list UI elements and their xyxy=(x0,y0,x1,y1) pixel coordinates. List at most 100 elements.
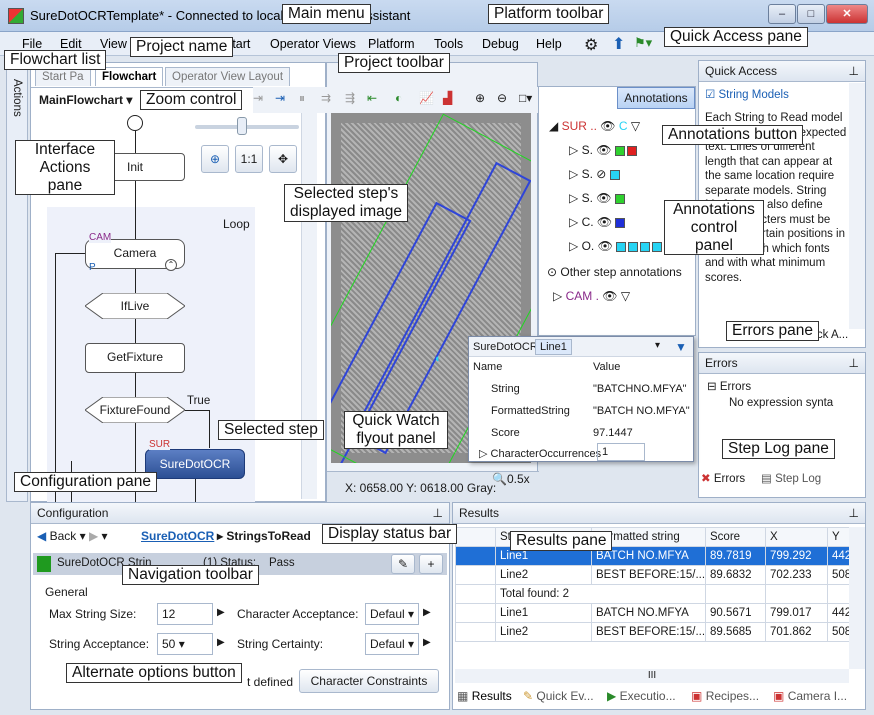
zoom-1-1-button[interactable]: 1:1 xyxy=(235,145,263,173)
quick-watch-tab-step[interactable]: SureDotOCR xyxy=(473,341,538,353)
toggle-icon[interactable]: ◐ xyxy=(395,91,402,105)
step-getfixture[interactable]: GetFixture xyxy=(85,343,185,373)
table-row[interactable]: Line2BEST BEFORE:15/...89.5685701.862508… xyxy=(455,622,849,642)
annotation-row-1[interactable]: ▷ S. 👁 xyxy=(569,143,639,157)
tab-recipes[interactable]: ▣ Recipes... xyxy=(691,689,759,703)
filter-icon[interactable]: ▼ xyxy=(675,340,687,354)
maximize-button[interactable]: □ xyxy=(797,4,825,24)
menu-file[interactable]: File xyxy=(22,37,42,51)
add-button[interactable]: + xyxy=(419,554,443,574)
fit-center-button[interactable]: ⊕ xyxy=(201,145,229,173)
zoom-out-icon[interactable]: ⊖ xyxy=(497,91,507,105)
errors-tree-root[interactable]: ⊟ Errors xyxy=(707,379,751,393)
green-chip[interactable] xyxy=(614,193,625,204)
forward-arrow-icon[interactable]: ▶ xyxy=(89,529,98,543)
alternate-options-button[interactable]: ▶ xyxy=(217,637,225,648)
pin-icon[interactable]: ⊥ xyxy=(849,506,859,520)
menu-tools[interactable]: Tools xyxy=(434,37,463,51)
dropdown-icon[interactable]: ▾ xyxy=(655,340,660,351)
zoom-in-icon[interactable]: ⊕ xyxy=(475,91,485,105)
annotation-row-cam[interactable]: ▷ CAM . 👁 ▽ xyxy=(553,289,630,303)
menu-debug[interactable]: Debug xyxy=(482,37,519,51)
zoom-slider-thumb[interactable] xyxy=(237,117,247,135)
fit-all-button[interactable]: ✥ xyxy=(269,145,297,173)
col-x[interactable]: X xyxy=(765,527,828,547)
quick-watch-tab-line[interactable]: Line1 xyxy=(535,339,572,355)
annotation-row-5[interactable]: ▷ O. 👁 xyxy=(569,239,676,253)
tab-operator-view-layout[interactable]: Operator View Layout xyxy=(165,67,291,86)
table-row[interactable]: Total found: 2 xyxy=(455,584,849,604)
zoom-slider-track[interactable] xyxy=(195,125,299,129)
string-models-link[interactable]: ☑ String Models xyxy=(705,87,789,101)
menu-platform[interactable]: Platform xyxy=(368,37,415,51)
green-chip[interactable] xyxy=(614,145,625,156)
tab-quick-eval[interactable]: ✎ Quick Ev... xyxy=(523,689,594,703)
red-chip[interactable] xyxy=(626,145,637,156)
pin-icon[interactable]: ⊥ xyxy=(849,64,859,78)
annotation-row-sur[interactable]: ◢ SUR .. 👁 C ▽ xyxy=(549,119,640,133)
actions-tab[interactable]: Actions xyxy=(11,79,23,117)
menu-view[interactable]: View xyxy=(100,37,127,51)
menu-operator-views[interactable]: Operator Views xyxy=(270,37,356,51)
char-acceptance-combo[interactable]: Defaul ▾ xyxy=(365,603,419,625)
quick-access-scrollbar[interactable] xyxy=(849,83,865,329)
other-step-annotations[interactable]: ⊙ Other step annotations xyxy=(547,265,682,279)
step-over-icon[interactable]: ⇉ xyxy=(321,91,331,105)
qw-occurrences-stepper[interactable]: 1 xyxy=(597,443,645,461)
graph-icon[interactable]: 📈 xyxy=(419,91,434,105)
results-hscroll[interactable]: III xyxy=(455,669,849,683)
col-score[interactable]: Score xyxy=(705,527,766,547)
flowchart-list-dropdown[interactable]: MainFlowchart ▾ xyxy=(39,93,132,107)
alt-options-icon[interactable]: ▶ xyxy=(423,637,431,648)
annotation-row-4[interactable]: ▷ C. 👁 xyxy=(569,215,627,229)
cyan-chip[interactable] xyxy=(609,169,620,180)
max-string-size-input[interactable]: 12 xyxy=(157,603,213,625)
table-row[interactable]: Line2BEST BEFORE:15/...89.6832702.233508… xyxy=(455,565,849,585)
gear-icon[interactable]: ⚙ xyxy=(584,35,598,55)
tab-results[interactable]: ▦ Results xyxy=(457,689,512,703)
menu-help[interactable]: Help xyxy=(536,37,562,51)
string-certainty-combo[interactable]: Defaul ▾ xyxy=(365,633,419,655)
breadcrumb-step[interactable]: SureDotOCR xyxy=(141,529,214,543)
tab-start-page[interactable]: Start Pa xyxy=(35,67,91,86)
qw-row-name[interactable]: ▷ CharacterOccurrences xyxy=(479,447,601,460)
table-row[interactable]: Line1BATCH NO.MFYA90.5671799.017442.4 xyxy=(455,603,849,623)
collapse-icon[interactable]: ⌃ xyxy=(165,259,177,271)
step-into-icon[interactable]: ⇶ xyxy=(345,91,355,105)
zoom-level[interactable]: 🔍0.5x xyxy=(492,472,530,486)
start-node[interactable] xyxy=(127,115,143,131)
string-acceptance-value: 50 xyxy=(162,637,176,651)
run-icon[interactable]: ⇥ xyxy=(275,91,285,105)
alt-options-icon[interactable]: ▶ xyxy=(217,607,225,618)
pin-icon[interactable]: ⊥ xyxy=(849,356,859,370)
annotations-button[interactable]: Annotations xyxy=(617,87,695,109)
upload-arrow-icon[interactable]: ⬆ xyxy=(612,34,625,54)
menu-edit[interactable]: Edit xyxy=(60,37,82,51)
tab-errors[interactable]: ✖ Errors xyxy=(701,471,745,485)
annotation-row-2[interactable]: ▷ S. ⊘ xyxy=(569,167,622,181)
annotation-row-3[interactable]: ▷ S. 👁 xyxy=(569,191,627,205)
tab-flowchart[interactable]: Flowchart xyxy=(95,67,164,86)
histogram-icon[interactable]: ▟ xyxy=(443,91,452,105)
flag-icon[interactable]: ⚑▾ xyxy=(634,35,652,51)
results-vscroll[interactable] xyxy=(849,527,865,669)
close-button[interactable]: ✕ xyxy=(826,4,868,24)
errors-item[interactable]: No expression synta xyxy=(729,397,833,409)
step-icon[interactable]: ⇥ xyxy=(253,91,263,105)
edit-button[interactable]: ✎ xyxy=(391,554,415,574)
pause-icon[interactable]: ⏸ xyxy=(299,91,305,106)
character-constraints-button[interactable]: Character Constraints xyxy=(299,669,439,693)
alt-options-icon[interactable]: ▶ xyxy=(423,607,431,618)
string-acceptance-combo[interactable]: 50 ▾ xyxy=(157,633,213,655)
tab-camera[interactable]: ▣ Camera I... xyxy=(773,689,847,703)
pin-icon[interactable]: ⊥ xyxy=(433,506,443,520)
rectangle-icon[interactable]: □▾ xyxy=(519,91,532,105)
step-out-icon[interactable]: ⇤ xyxy=(367,91,377,105)
tab-execution[interactable]: ▶ Executio... xyxy=(607,689,676,703)
step-suredotocr[interactable]: SureDotOCR xyxy=(145,449,245,479)
minimize-button[interactable]: – xyxy=(768,4,796,24)
col-y[interactable]: Y xyxy=(827,527,849,547)
blue-chip[interactable] xyxy=(615,217,626,228)
back-button[interactable]: ◀ Back ▾ ▶ ▾ xyxy=(37,529,108,543)
tab-step-log[interactable]: ▤ Step Log xyxy=(761,471,821,485)
